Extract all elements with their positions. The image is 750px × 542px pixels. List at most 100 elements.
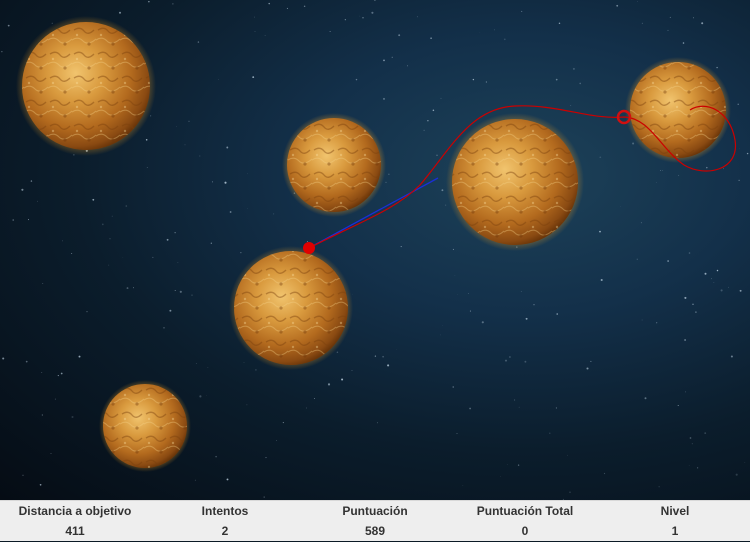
star [86,311,87,312]
star [212,181,213,182]
stat-total-score: Puntuación Total 0 [450,501,600,542]
star [133,287,134,288]
star [398,34,400,36]
star [387,364,389,366]
star [150,115,151,116]
star [433,110,435,112]
star [430,37,432,39]
star [119,12,121,14]
star [721,289,723,291]
star [92,199,94,201]
star [738,104,739,105]
star [185,144,186,145]
star [693,17,694,18]
star [526,318,528,320]
star [359,16,360,17]
star [362,17,363,18]
star [42,283,43,284]
star [440,335,441,336]
star [268,3,269,4]
star [731,355,733,357]
star [747,153,748,154]
star [441,98,442,99]
star [31,180,32,181]
star [345,19,346,20]
star [739,180,740,181]
star [61,373,63,375]
star [590,361,591,362]
star [8,25,10,27]
planet [446,113,584,251]
star [518,464,519,465]
star [328,383,330,385]
star [642,23,643,24]
star [504,38,506,40]
star [514,400,515,401]
star [705,273,707,275]
star [41,372,42,373]
star [191,294,192,295]
star [714,282,715,283]
star [28,219,29,220]
stat-value: 0 [450,524,600,538]
star [382,356,384,358]
star [199,395,201,397]
star [519,407,520,408]
star [711,278,712,279]
status-bar: Distancia a objetivo 411 Intentos 2 Punt… [0,500,750,541]
star [740,290,742,292]
star [656,182,657,183]
star [453,386,454,387]
star [486,82,487,83]
star [255,369,257,371]
star [175,290,176,291]
star [684,297,686,299]
stat-distance: Distancia a objetivo 411 [0,501,150,542]
star [375,355,376,356]
stat-value: 589 [300,524,450,538]
star [407,66,408,67]
star [678,405,679,406]
star [632,142,634,144]
projectile-ball[interactable] [303,242,315,254]
star [146,139,148,141]
star [287,8,288,9]
star [71,253,72,254]
stat-label: Nivel [600,504,750,518]
planet [229,246,353,370]
star [616,5,618,7]
star [662,170,663,171]
star [579,83,581,85]
stat-label: Puntuación [300,504,450,518]
star [685,391,686,392]
star [199,155,200,156]
stat-value: 1 [600,524,750,538]
star [226,147,228,149]
star [62,240,63,241]
star [642,320,643,321]
star [417,16,418,17]
star [586,367,588,369]
planet [16,16,156,156]
space-scene[interactable] [0,0,750,500]
star [26,361,28,363]
star [1,51,2,52]
star [244,362,245,363]
star [112,216,113,217]
star [110,238,111,239]
star [227,478,229,480]
star [534,304,535,305]
star [701,22,703,24]
star [468,293,469,294]
star [645,397,647,399]
star [265,35,266,36]
star [667,260,669,262]
star [604,473,605,474]
star [196,363,197,364]
star [42,414,43,415]
star [254,17,255,18]
game-canvas[interactable] [0,0,750,500]
star [637,1,638,2]
star [109,265,110,266]
star [224,182,226,184]
